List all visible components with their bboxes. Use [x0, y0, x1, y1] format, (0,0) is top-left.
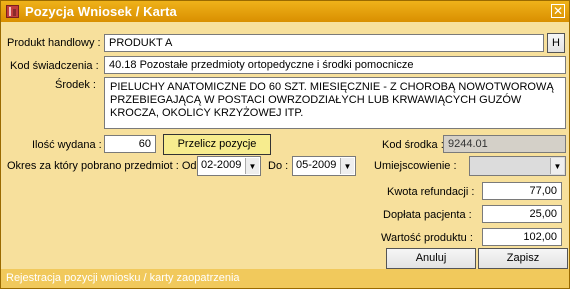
doplata-field[interactable]: 25,00 — [482, 205, 562, 223]
od-select[interactable]: 02-2009 ▼ — [197, 156, 261, 176]
umiejscowienie-chevron-down-icon: ▼ — [550, 158, 564, 174]
produkt-label: Produkt handlowy : — [7, 37, 101, 49]
umiejscowienie-label: Umiejscowienie : — [374, 160, 457, 172]
status-bar: Rejestracja pozycji wniosku / karty zaop… — [1, 269, 569, 288]
close-icon: ✕ — [552, 4, 564, 18]
przelicz-label: Przelicz pozycje — [177, 138, 257, 150]
do-chevron-down-icon[interactable]: ▼ — [340, 158, 354, 174]
app-icon — [6, 5, 19, 18]
kod-swiadczenia-label: Kod świadczenia : — [10, 60, 99, 72]
do-select[interactable]: 05-2009 ▼ — [292, 156, 356, 176]
kod-swiadczenia-value: 40.18 Pozostałe przedmioty ortopedyczne … — [109, 59, 414, 71]
przelicz-button[interactable]: Przelicz pozycje — [163, 134, 271, 155]
h-button-label: H — [552, 37, 560, 49]
do-value: 05-2009 — [296, 159, 337, 171]
kod-srodka-field: 9244.01 — [443, 135, 566, 153]
ilosc-field[interactable]: 60 — [104, 135, 156, 153]
anuluj-button[interactable]: Anuluj — [386, 248, 476, 269]
wartosc-value: 102,00 — [523, 231, 557, 243]
srodek-value: PIELUCHY ANATOMICZNE DO 60 SZT. MIESIĘCZ… — [110, 81, 554, 119]
zapisz-label: Zapisz — [506, 252, 540, 264]
kod-srodka-label: Kod środka : — [382, 139, 444, 151]
kwota-value: 77,00 — [529, 185, 557, 197]
h-button[interactable]: H — [547, 33, 565, 53]
form-panel: Produkt handlowy : PRODUKT A H Kod świad… — [1, 22, 569, 269]
do-label: Do : — [268, 160, 289, 172]
window-title: Pozycja Wniosek / Karta — [25, 4, 177, 19]
wartosc-field[interactable]: 102,00 — [482, 228, 562, 246]
kod-srodka-value: 9244.01 — [448, 138, 488, 150]
srodek-textarea[interactable]: PIELUCHY ANATOMICZNE DO 60 SZT. MIESIĘCZ… — [104, 77, 566, 129]
wartosc-label: Wartość produktu : — [381, 232, 473, 244]
ilosc-label: Ilość wydana : — [32, 139, 102, 151]
anuluj-label: Anuluj — [415, 252, 447, 264]
kod-swiadczenia-field[interactable]: 40.18 Pozostałe przedmioty ortopedyczne … — [104, 56, 566, 74]
title-bar[interactable]: Pozycja Wniosek / Karta ✕ — [1, 1, 569, 22]
kwota-field[interactable]: 77,00 — [482, 182, 562, 200]
od-value: 02-2009 — [201, 159, 242, 171]
okres-label: Okres za który pobrano przedmiot : Od : — [7, 160, 203, 172]
close-button[interactable]: ✕ — [551, 4, 565, 18]
srodek-label: Środek : — [55, 79, 96, 91]
doplata-value: 25,00 — [529, 208, 557, 220]
status-text: Rejestracja pozycji wniosku / karty zaop… — [6, 272, 240, 284]
od-chevron-down-icon[interactable]: ▼ — [245, 158, 259, 174]
doplata-label: Dopłata pacjenta : — [383, 209, 472, 221]
ilosc-value: 60 — [138, 138, 151, 150]
produkt-value: PRODUKT A — [109, 37, 173, 49]
kwota-label: Kwota refundacji : — [387, 186, 475, 198]
umiejscowienie-select: ▼ — [469, 156, 566, 176]
dialog-window: Pozycja Wniosek / Karta ✕ Produkt handlo… — [0, 0, 570, 289]
zapisz-button[interactable]: Zapisz — [478, 248, 568, 269]
produkt-field[interactable]: PRODUKT A — [104, 34, 544, 52]
